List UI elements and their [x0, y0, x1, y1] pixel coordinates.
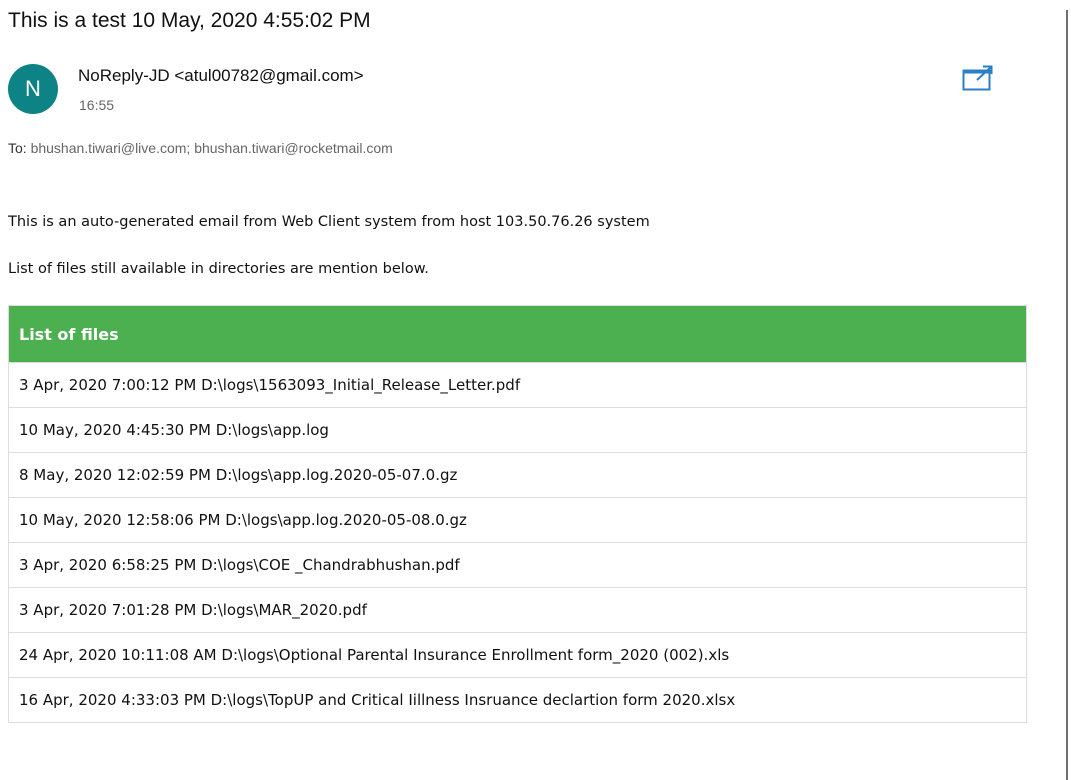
table-row: 16 Apr, 2020 4:33:03 PM D:\logs\TopUP an… [8, 677, 1027, 723]
file-entry-cell: 24 Apr, 2020 10:11:08 AM D:\logs\Optiona… [8, 632, 1027, 678]
table-row: 3 Apr, 2020 7:00:12 PM D:\logs\1563093_I… [8, 362, 1027, 408]
recipient-addresses[interactable]: bhushan.tiwari@live.com; bhushan.tiwari@… [31, 140, 393, 156]
sender-name[interactable]: NoReply-JD <atul00782@gmail.com> [78, 66, 364, 86]
received-time: 16:55 [79, 97, 115, 113]
table-row: 10 May, 2020 4:45:30 PM D:\logs\app.log [8, 407, 1027, 453]
vertical-scrollbar[interactable] [1066, 10, 1068, 780]
file-entry-cell: 10 May, 2020 12:58:06 PM D:\logs\app.log… [8, 497, 1027, 543]
file-entry-cell: 8 May, 2020 12:02:59 PM D:\logs\app.log.… [8, 452, 1027, 498]
sender-avatar[interactable]: N [8, 64, 58, 114]
file-entry-cell: 16 Apr, 2020 4:33:03 PM D:\logs\TopUP an… [8, 677, 1027, 723]
recipients-line: To: bhushan.tiwari@live.com; bhushan.tiw… [8, 140, 393, 156]
open-in-new-window-icon[interactable] [962, 64, 994, 92]
file-entry-cell: 3 Apr, 2020 7:00:12 PM D:\logs\1563093_I… [8, 362, 1027, 408]
table-row: 3 Apr, 2020 6:58:25 PM D:\logs\COE _Chan… [8, 542, 1027, 588]
table-row: 8 May, 2020 12:02:59 PM D:\logs\app.log.… [8, 452, 1027, 498]
email-reading-pane: This is a test 10 May, 2020 4:55:02 PM N… [0, 0, 1071, 780]
table-row: 3 Apr, 2020 7:01:28 PM D:\logs\MAR_2020.… [8, 587, 1027, 633]
table-header-row: List of files [8, 305, 1027, 363]
file-entry-cell: 10 May, 2020 4:45:30 PM D:\logs\app.log [8, 407, 1027, 453]
file-entry-cell: 3 Apr, 2020 7:01:28 PM D:\logs\MAR_2020.… [8, 587, 1027, 633]
body-intro-text: This is an auto-generated email from Web… [8, 214, 650, 230]
table-header-cell: List of files [8, 305, 1027, 363]
files-table: List of files 3 Apr, 2020 7:00:12 PM D:\… [8, 305, 1027, 723]
file-entry-cell: 3 Apr, 2020 6:58:25 PM D:\logs\COE _Chan… [8, 542, 1027, 588]
body-list-intro-text: List of files still available in directo… [8, 261, 429, 277]
email-subject: This is a test 10 May, 2020 4:55:02 PM [8, 9, 371, 32]
table-row: 24 Apr, 2020 10:11:08 AM D:\logs\Optiona… [8, 632, 1027, 678]
table-row: 10 May, 2020 12:58:06 PM D:\logs\app.log… [8, 497, 1027, 543]
to-label: To: [8, 140, 27, 156]
